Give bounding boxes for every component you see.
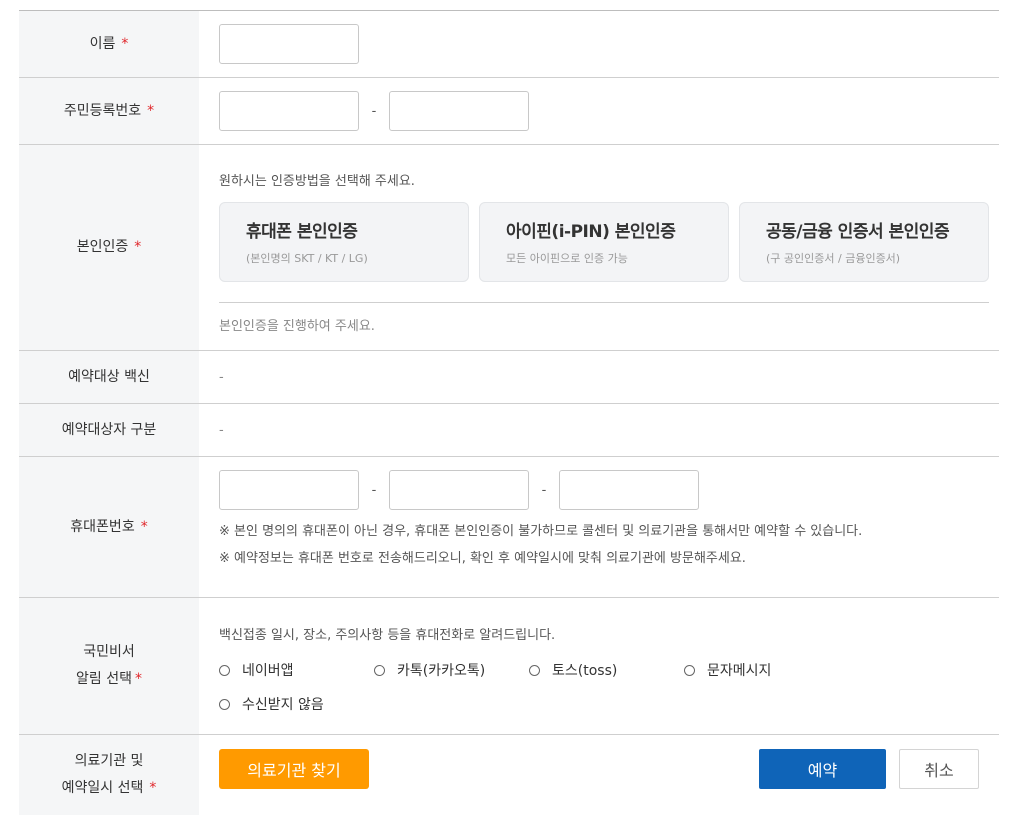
identity-field-cell: 원하시는 인증방법을 선택해 주세요. 휴대폰 본인인증 (본인명의 SKT /… — [199, 145, 1001, 350]
radio-circle-icon[interactable] — [219, 698, 230, 710]
notify-option-label: 토스(toss) — [552, 663, 618, 679]
required-mark: * — [147, 102, 155, 119]
name-label-cell: 이름 * — [19, 11, 199, 77]
reserve-button[interactable]: 예약 — [759, 749, 886, 789]
certificate-auth-sub: (구 공인인증서 / 금융인증서) — [766, 252, 901, 265]
facility-label-cell: 의료기관 및 예약일시 선택 * — [19, 735, 199, 815]
notify-option-label: 문자메시지 — [707, 663, 772, 679]
facility-field-cell: 의료기관 찾기 예약 취소 — [199, 735, 999, 815]
vaccine-value: - — [219, 369, 224, 385]
phone-field-cell: - - ※ 본인 명의의 휴대폰이 아닌 경우, 휴대폰 본인인증이 불가하므로… — [199, 457, 999, 597]
phone-label: 휴대폰번호 — [70, 518, 135, 535]
identity-status: 본인인증을 진행하여 주세요. — [219, 319, 375, 334]
notify-option-kakao[interactable]: 카톡(카카오톡) — [374, 660, 529, 680]
facility-label-line1: 의료기관 및 — [74, 753, 144, 769]
notify-option-label: 네이버앱 — [242, 663, 294, 679]
notify-option-sms[interactable]: 문자메시지 — [684, 660, 839, 680]
certificate-auth-title: 공동/금융 인증서 본인인증 — [766, 222, 950, 242]
notify-field-cell: 백신접종 일시, 장소, 주의사항 등을 휴대전화로 알려드립니다. 네이버앱 … — [199, 598, 999, 734]
rrn-field-cell: - — [199, 78, 999, 144]
notify-label-cell: 국민비서 알림 선택 * — [19, 598, 199, 734]
phone-label-cell: 휴대폰번호 * — [19, 457, 199, 597]
identity-row: 본인인증 * 원하시는 인증방법을 선택해 주세요. 휴대폰 본인인증 (본인명의… — [19, 145, 999, 351]
rrn-label: 주민등록번호 — [63, 102, 142, 119]
vaccine-label: 예약대상 백신 — [68, 368, 150, 385]
required-mark: * — [149, 780, 157, 796]
notify-option-naver[interactable]: 네이버앱 — [219, 660, 374, 680]
find-facility-button[interactable]: 의료기관 찾기 — [219, 749, 369, 789]
radio-circle-icon[interactable] — [529, 664, 540, 676]
notify-guide: 백신접종 일시, 장소, 주의사항 등을 휴대전화로 알려드립니다. — [219, 628, 556, 643]
phone-note: ※ 예약정보는 휴대폰 번호로 전송해드리오니, 확인 후 예약일시에 맞춰 의… — [219, 551, 746, 566]
phone-auth-button[interactable]: 휴대폰 본인인증 (본인명의 SKT / KT / LG) — [219, 202, 469, 282]
vaccine-label-cell: 예약대상 백신 — [19, 351, 199, 403]
target-type-label-cell: 예약대상자 구분 — [19, 404, 199, 456]
notify-option-label: 수신받지 않음 — [242, 697, 324, 713]
identity-options: 휴대폰 본인인증 (본인명의 SKT / KT / LG) 아이핀(i-PIN)… — [219, 202, 989, 282]
phone-part3-input[interactable] — [559, 470, 699, 510]
radio-circle-icon[interactable] — [374, 664, 385, 676]
notify-row: 국민비서 알림 선택 * 백신접종 일시, 장소, 주의사항 등을 휴대전화로 알… — [19, 598, 999, 735]
phone-part2-input[interactable] — [389, 470, 529, 510]
phone-auth-title: 휴대폰 본인인증 — [246, 222, 358, 242]
name-label: 이름 — [89, 35, 116, 52]
phone-notes: ※ 본인 명의의 휴대폰이 아닌 경우, 휴대폰 본인인증이 불가하므로 콜센터… — [219, 518, 999, 572]
cancel-button[interactable]: 취소 — [899, 749, 979, 789]
notify-options: 네이버앱 카톡(카카오톡) 토스(toss) 문자메시지 수신받지 않음 — [219, 660, 999, 714]
name-input[interactable] — [219, 24, 359, 64]
identity-guide: 원하시는 인증방법을 선택해 주세요. — [219, 174, 415, 189]
reservation-form: 이름 * 주민등록번호 * - 본인인증 * 원하시는 인증방법을 선택해 주세요. … — [19, 10, 999, 815]
notify-option-toss[interactable]: 토스(toss) — [529, 660, 684, 680]
phone-separator: - — [541, 482, 547, 498]
notify-option-none[interactable]: 수신받지 않음 — [219, 694, 374, 714]
identity-label-cell: 본인인증 * — [19, 145, 199, 350]
facility-label-line2: 예약일시 선택 — [61, 780, 144, 796]
target-type-label: 예약대상자 구분 — [61, 421, 157, 438]
rrn-label-cell: 주민등록번호 * — [19, 78, 199, 144]
vaccine-row: 예약대상 백신 - — [19, 351, 999, 404]
ipin-auth-button[interactable]: 아이핀(i-PIN) 본인인증 모든 아이핀으로 인증 가능 — [479, 202, 729, 282]
phone-row: 휴대폰번호 * - - ※ 본인 명의의 휴대폰이 아닌 경우, 휴대폰 본인인증… — [19, 457, 999, 598]
phone-auth-sub: (본인명의 SKT / KT / LG) — [246, 252, 368, 265]
target-type-row: 예약대상자 구분 - — [19, 404, 999, 457]
phone-part1-input[interactable] — [219, 470, 359, 510]
notify-label-line2: 알림 선택 — [76, 671, 132, 687]
identity-label: 본인인증 — [76, 239, 129, 255]
required-mark: * — [134, 671, 142, 687]
radio-circle-icon[interactable] — [684, 664, 695, 676]
required-mark: * — [140, 518, 148, 535]
radio-circle-icon[interactable] — [219, 664, 230, 676]
phone-separator: - — [371, 482, 377, 498]
notify-label-line1: 국민비서 — [83, 644, 135, 660]
ipin-auth-sub: 모든 아이핀으로 인증 가능 — [506, 252, 628, 265]
name-row: 이름 * — [19, 11, 999, 78]
certificate-auth-button[interactable]: 공동/금융 인증서 본인인증 (구 공인인증서 / 금융인증서) — [739, 202, 989, 282]
required-mark: * — [121, 35, 129, 52]
required-mark: * — [134, 239, 142, 255]
phone-inputs: - - — [219, 470, 999, 510]
target-type-value: - — [219, 422, 224, 438]
rrn-separator: - — [371, 103, 377, 119]
ipin-auth-title: 아이핀(i-PIN) 본인인증 — [506, 222, 676, 242]
rrn-back-input[interactable] — [389, 91, 529, 131]
identity-divider — [219, 302, 989, 303]
facility-row: 의료기관 및 예약일시 선택 * 의료기관 찾기 예약 취소 — [19, 735, 999, 815]
name-field-cell — [199, 11, 999, 77]
notify-option-label: 카톡(카카오톡) — [397, 663, 486, 679]
rrn-front-input[interactable] — [219, 91, 359, 131]
phone-note: ※ 본인 명의의 휴대폰이 아닌 경우, 휴대폰 본인인증이 불가하므로 콜센터… — [219, 524, 863, 539]
rrn-row: 주민등록번호 * - — [19, 78, 999, 145]
